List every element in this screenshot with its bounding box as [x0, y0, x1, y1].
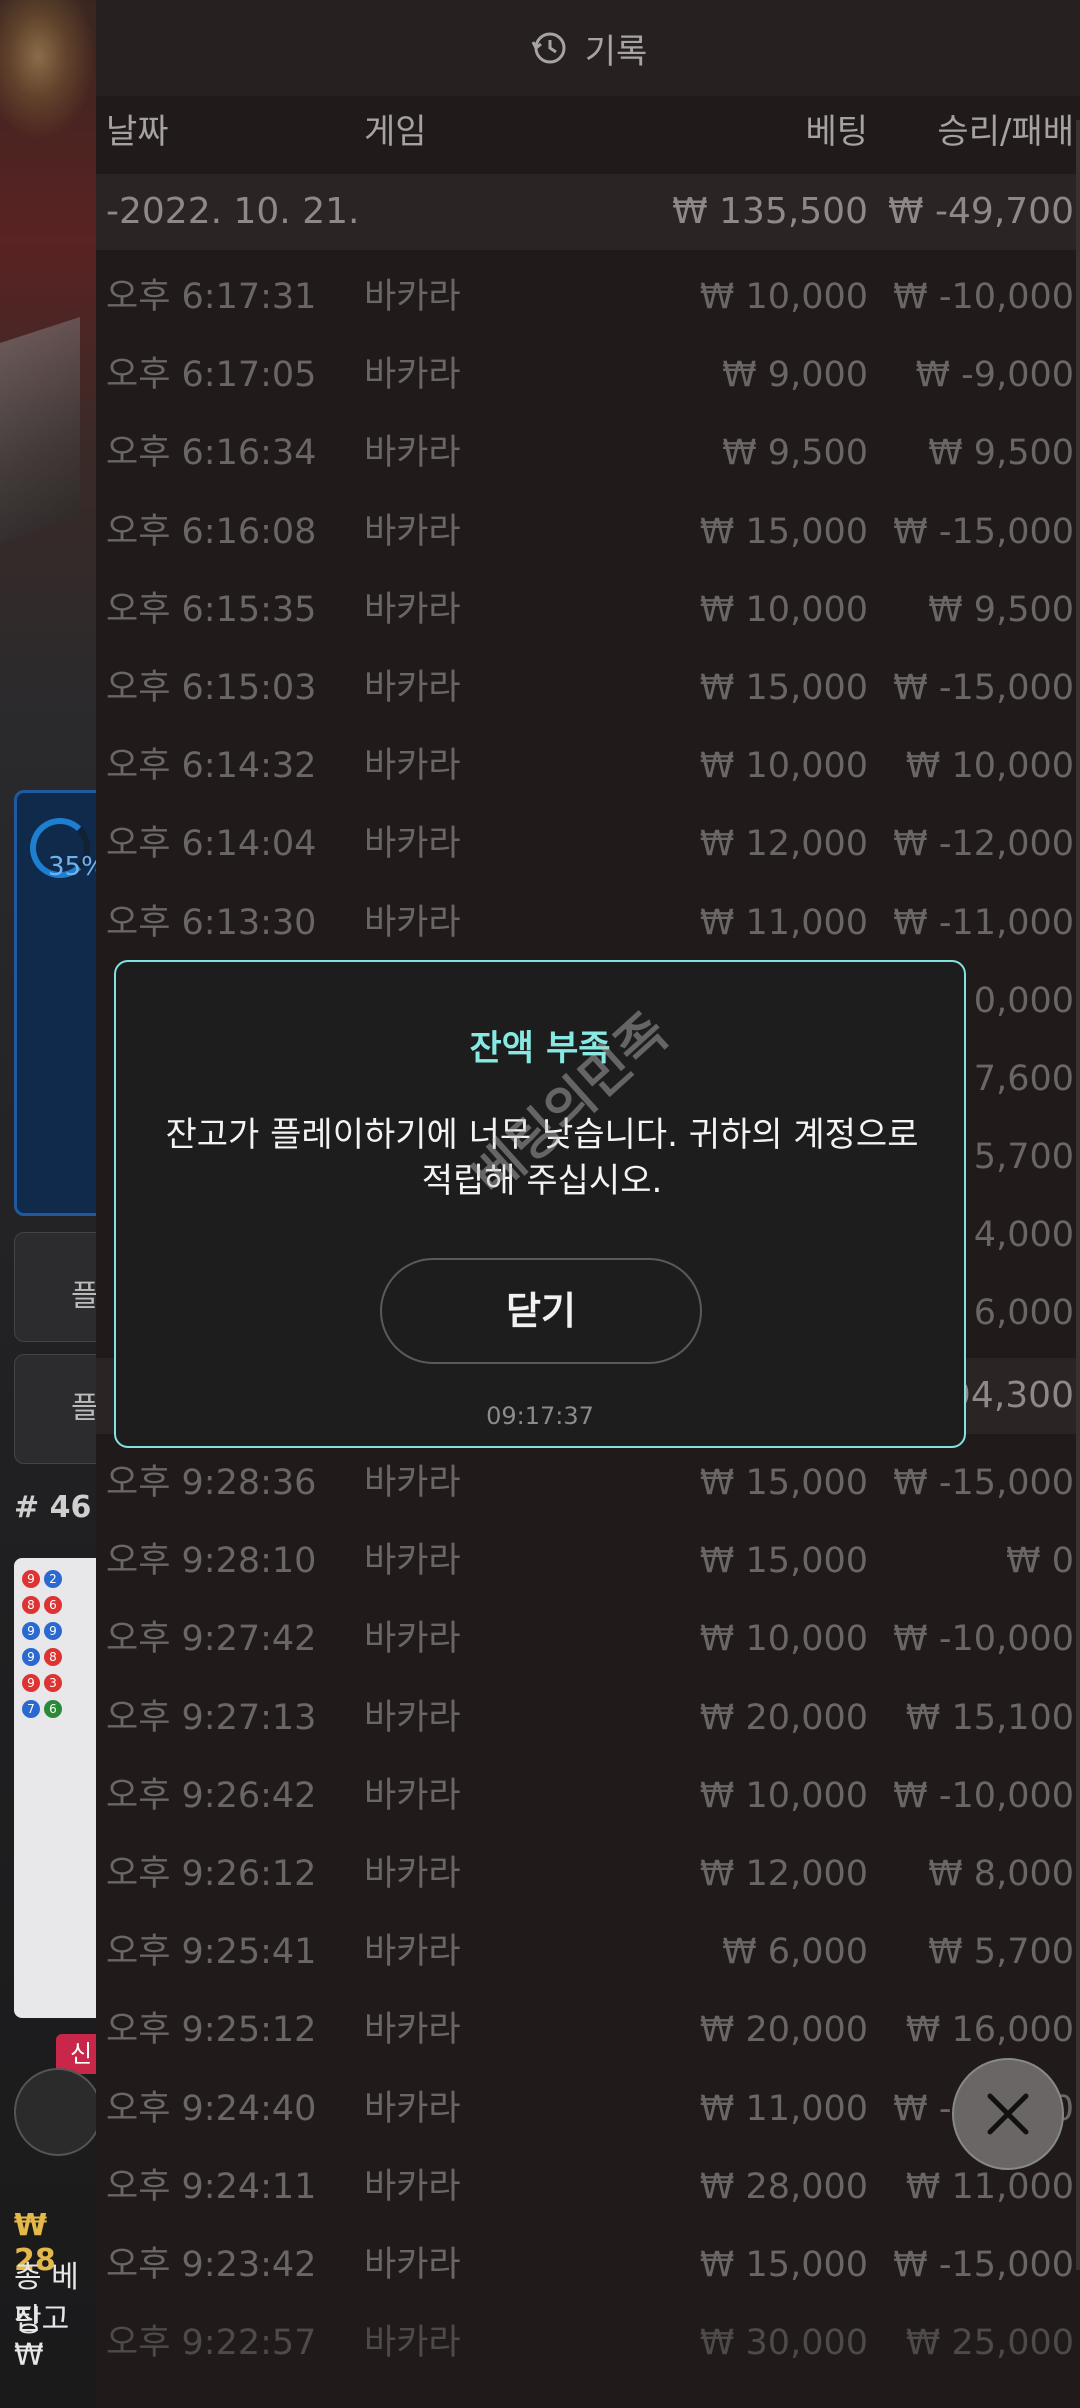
list-item[interactable]: 오후 6:17:31 바카라 ₩ 10,000 ₩ -10,000 [96, 258, 1080, 336]
column-bet: 베팅 [805, 112, 868, 152]
date-group-row[interactable]: -2022. 10. 21. ₩ 135,500 ₩ -49,700 [96, 174, 1080, 250]
group-bet-total: ₩ 135,500 [672, 191, 868, 232]
dialog-timestamp: 09:17:37 [486, 1402, 594, 1430]
history-list-bottom: 오후 9:28:36 바카라 ₩ 15,000 ₩ -15,000 오후 9:28:1… [96, 1444, 1080, 2382]
history-clock-icon [531, 32, 566, 64]
list-item[interactable]: 오후 6:16:08 바카라 ₩ 15,000 ₩ -15,000 [96, 493, 1080, 571]
list-item[interactable]: 오후 6:17:05 바카라 ₩ 9,000 ₩ -9,000 [96, 336, 1080, 414]
group-winloss-total: ₩ -49,700 [888, 191, 1074, 232]
list-item[interactable]: 오후 9:27:42 바카라 ₩ 10,000 ₩ -10,000 [96, 1600, 1080, 1678]
column-date: 날짜 [106, 112, 169, 152]
list-item[interactable]: 오후 6:13:30 바카라 ₩ 11,000 ₩ -11,000 [96, 884, 1080, 962]
scrollbar[interactable] [1076, 120, 1080, 2270]
list-item[interactable]: 오후 9:25:41 바카라 ₩ 6,000 ₩ 5,700 [96, 1913, 1080, 1991]
list-item[interactable]: 오후 6:14:32 바카라 ₩ 10,000 ₩ 10,000 [96, 727, 1080, 805]
list-item[interactable]: 오후 9:22:57 바카라 ₩ 30,000 ₩ 25,000 [96, 2304, 1080, 2382]
list-item[interactable]: 오후 6:14:04 바카라 ₩ 12,000 ₩ -12,000 [96, 805, 1080, 883]
list-item[interactable]: 오후 9:23:42 바카라 ₩ 15,000 ₩ -15,000 [96, 2226, 1080, 2304]
column-game: 게임 [364, 112, 427, 152]
history-header: 기록 [96, 0, 1080, 96]
list-item[interactable]: 오후 9:27:13 바카라 ₩ 20,000 ₩ 15,100 [96, 1679, 1080, 1757]
list-item[interactable]: 오후 9:24:11 바카라 ₩ 28,000 ₩ 11,000 [96, 2148, 1080, 2226]
card-shoe-image [0, 317, 80, 543]
round-number: # 46 [14, 1490, 92, 1525]
insufficient-balance-dialog: 잔액 부족 잔고가 플레이하기에 너무 낮습니다. 귀하의 계정으로 적립해 주… [114, 960, 966, 1448]
list-item[interactable]: 오후 9:26:42 바카라 ₩ 10,000 ₩ -10,000 [96, 1757, 1080, 1835]
list-item[interactable]: 오후 9:24:40바카라₩ 11,000₩ -11,000 [96, 2070, 1080, 2148]
group-date: -2022. 10. 21. [106, 191, 360, 232]
history-title: 기록 [584, 31, 648, 72]
list-item[interactable]: 오후 6:15:35 바카라 ₩ 10,000 ₩ 9,500 [96, 571, 1080, 649]
bet-button-1[interactable]: 플 [14, 1232, 96, 1342]
game-background: 35% 플 플 # 46 9 2 8 6 9 9 9 8 9 3 7 6 신 ₩… [0, 0, 96, 2408]
close-history-button[interactable] [952, 2058, 1064, 2170]
column-winloss: 승리/패배 [937, 112, 1074, 152]
bead-road: 9 2 8 6 9 9 9 8 9 3 7 6 [14, 1558, 96, 2018]
timer-percent: 35% [48, 852, 96, 882]
dialog-message: 잔고가 플레이하기에 너무 낮습니다. 귀하의 계정으로 적립해 주십시오. [165, 1115, 919, 1201]
list-item[interactable]: 오후 6:15:03 바카라 ₩ 15,000 ₩ -15,000 [96, 649, 1080, 727]
chandelier-image [0, 0, 96, 140]
list-item[interactable]: 오후 6:16:34 바카라 ₩ 9,500 ₩ 9,500 [96, 414, 1080, 492]
chip-button[interactable] [14, 2068, 96, 2156]
close-icon [987, 2093, 1029, 2135]
list-item[interactable]: 오후 9:26:12 바카라 ₩ 12,000 ₩ 8,000 [96, 1835, 1080, 1913]
list-item[interactable]: 오후 9:28:10 바카라 ₩ 15,000 ₩ 0 [96, 1522, 1080, 1600]
list-item[interactable]: 오후 9:28:36 바카라 ₩ 15,000 ₩ -15,000 [96, 1444, 1080, 1522]
close-dialog-button[interactable]: 닫기 [380, 1258, 702, 1364]
column-headers: 날짜 게임 베팅 승리/패배 [96, 104, 1080, 168]
balance-label: 잔고 ₩ [14, 2302, 70, 2373]
list-item[interactable]: 오후 9:25:12 바카라 ₩ 20,000 ₩ 16,000 [96, 1991, 1080, 2069]
bet-button-2[interactable]: 플 [14, 1354, 96, 1464]
dialog-title: 잔액 부족 [469, 1029, 611, 1069]
